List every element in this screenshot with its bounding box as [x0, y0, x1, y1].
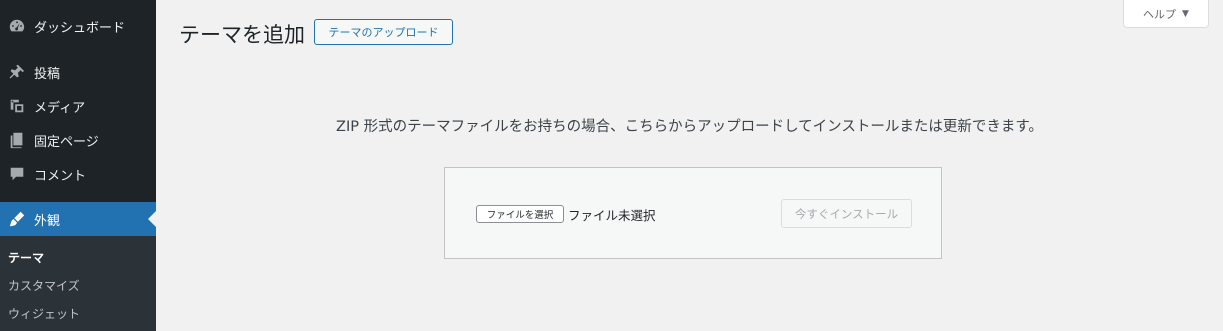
upload-form: ファイルを選択 ファイル未選択 今すぐインストール: [444, 167, 942, 259]
sidebar-item-dashboard[interactable]: ダッシュボード: [0, 9, 156, 43]
media-icon: [0, 97, 34, 115]
sidebar-item-media[interactable]: メディア: [0, 89, 156, 123]
page-icon: [0, 131, 34, 149]
submenu-item-themes[interactable]: テーマ: [8, 249, 44, 266]
submenu-item-customize[interactable]: カスタマイズ: [8, 277, 80, 294]
sidebar-item-label: 外観: [34, 213, 61, 229]
sidebar-item-label: 固定ページ: [34, 134, 99, 150]
sidebar-item-label: コメント: [34, 168, 87, 184]
sidebar-item-label: メディア: [34, 100, 86, 116]
sidebar-item-pages[interactable]: 固定ページ: [0, 123, 156, 157]
appearance-submenu: テーマ カスタマイズ ウィジェット: [0, 236, 156, 331]
comment-icon: [0, 165, 34, 183]
help-tab-label: ヘルプ: [1143, 7, 1177, 21]
choose-file-button[interactable]: ファイルを選択: [476, 205, 564, 223]
admin-sidebar: ダッシュボード 投稿 メディア 固定ページ コメント 外観 テーマ カスタマイズ…: [0, 0, 156, 331]
pin-icon: [0, 63, 34, 81]
submenu-item-widgets[interactable]: ウィジェット: [8, 305, 80, 322]
upload-description: ZIP 形式のテーマファイルをお持ちの場合、こちらからアップロードしてインストー…: [336, 119, 1043, 135]
caret-down-icon: ▼: [1182, 8, 1189, 19]
file-status: ファイル未選択: [568, 208, 656, 223]
sidebar-item-label: ダッシュボード: [34, 20, 126, 36]
sidebar-item-label: 投稿: [34, 66, 61, 82]
help-tab[interactable]: ヘルプ ▼: [1123, 0, 1209, 28]
sidebar-item-comments[interactable]: コメント: [0, 157, 156, 191]
sidebar-item-posts[interactable]: 投稿: [0, 55, 156, 89]
sidebar-item-appearance[interactable]: 外観: [0, 202, 156, 236]
appearance-icon: [0, 210, 34, 228]
upload-theme-button[interactable]: テーマのアップロード: [314, 19, 453, 45]
dashboard-icon: [0, 17, 34, 35]
page-title: テーマを追加: [179, 23, 305, 47]
install-now-button[interactable]: 今すぐインストール: [781, 199, 912, 228]
